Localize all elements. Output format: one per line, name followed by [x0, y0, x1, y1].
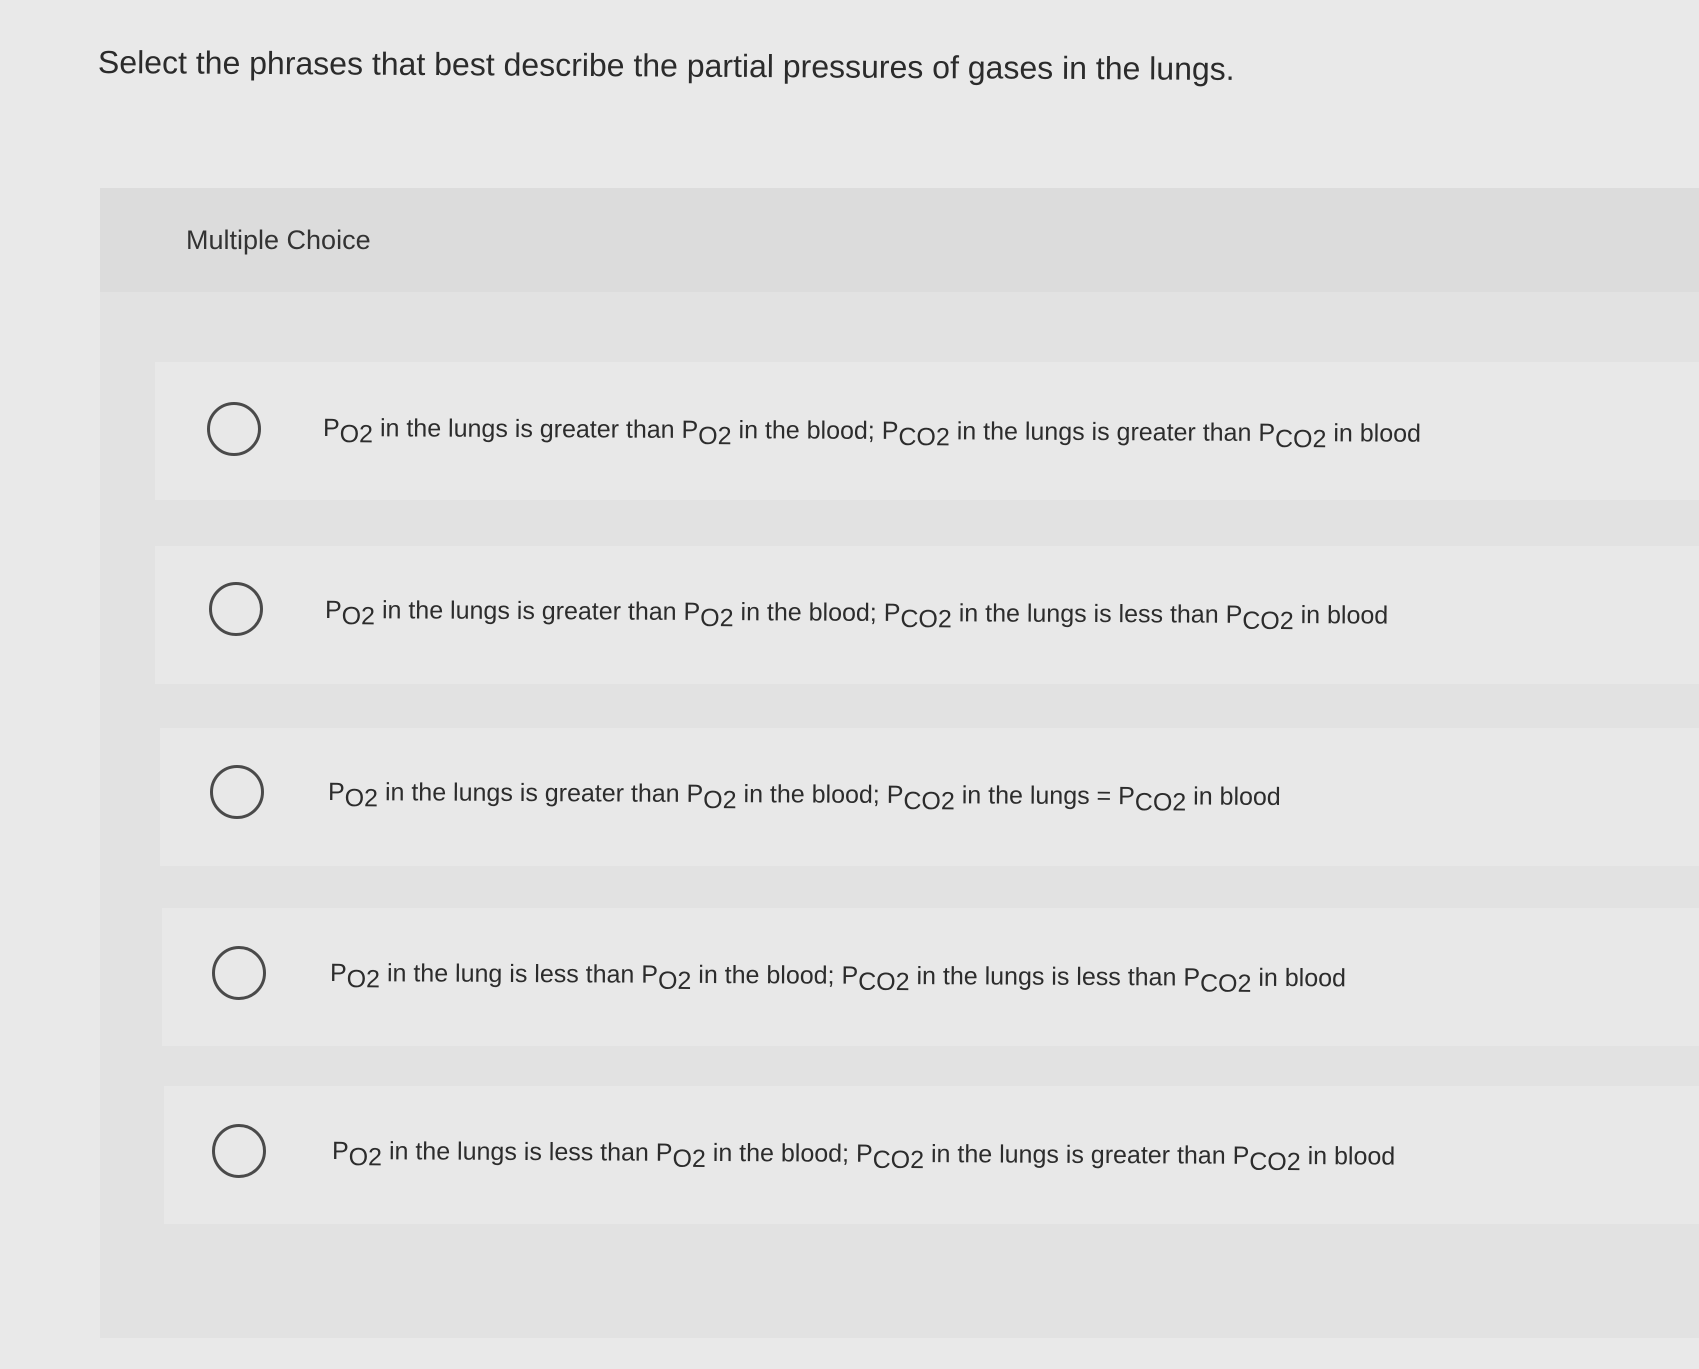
radio-button-icon[interactable]	[209, 582, 263, 636]
gas-subscript: CO2	[1134, 788, 1187, 817]
option-text-segment: in the blood;	[736, 780, 887, 809]
pressure-symbol: P	[1118, 782, 1135, 811]
pressure-symbol: P	[683, 597, 701, 626]
radio-button-icon[interactable]	[212, 1124, 266, 1178]
question-type-label: Multiple Choice	[186, 225, 371, 255]
gas-subscript: CO2	[858, 967, 910, 997]
pressure-symbol: P	[886, 780, 904, 810]
gas-subscript: CO2	[898, 423, 950, 452]
pressure-symbol: P	[1225, 600, 1243, 629]
pressure-symbol: P	[881, 416, 899, 446]
option-text-segment: in the blood;	[731, 416, 882, 445]
answer-option-2[interactable]: PO2 in the lungs is greater than PO2 in …	[155, 546, 1699, 684]
option-text-segment: in blood	[1326, 419, 1422, 448]
pressure-symbol: P	[329, 959, 347, 988]
option-text-segment: in the blood;	[691, 960, 842, 990]
option-text-segment: in the lungs is less than	[951, 599, 1226, 629]
gas-subscript: CO2	[903, 787, 955, 816]
option-text-segment: in blood	[1300, 1142, 1396, 1171]
option-text-segment: in the lungs is greater than	[949, 417, 1259, 447]
gas-subscript: O2	[672, 1144, 706, 1173]
gas-subscript: O2	[703, 785, 737, 815]
pressure-symbol: P	[322, 414, 340, 443]
gas-subscript: O2	[700, 603, 734, 633]
option-text-segment: in blood	[1293, 601, 1389, 630]
option-text-segment: in the blood;	[733, 598, 884, 627]
pressure-symbol: P	[1183, 963, 1201, 992]
gas-subscript: CO2	[1249, 1147, 1301, 1177]
option-label: PO2 in the lungs is less than PO2 in the…	[331, 1134, 1396, 1177]
option-text-segment: in the lungs is greater than	[372, 414, 682, 444]
gas-subscript: O2	[698, 421, 732, 451]
gas-subscript: CO2	[1242, 606, 1294, 636]
gas-subscript: CO2	[1274, 424, 1327, 454]
pressure-symbol: P	[327, 778, 345, 807]
option-text-segment: in the blood;	[705, 1138, 857, 1168]
radio-button-icon[interactable]	[210, 765, 264, 819]
pressure-symbol: P	[855, 1139, 873, 1168]
gas-subscript: O2	[339, 420, 374, 449]
gas-subscript: O2	[657, 966, 692, 995]
pressure-symbol: P	[686, 779, 704, 808]
gas-subscript: CO2	[900, 605, 952, 634]
option-label: PO2 in the lungs is greater than PO2 in …	[324, 593, 1389, 636]
pressure-symbol: P	[655, 1138, 673, 1167]
radio-button-icon[interactable]	[212, 946, 266, 1000]
option-text-segment: in the lungs is greater than	[924, 1140, 1233, 1170]
pressure-symbol: P	[883, 598, 901, 628]
gas-subscript: O2	[344, 784, 379, 813]
radio-button-icon[interactable]	[207, 402, 261, 456]
option-label: PO2 in the lung is less than PO2 in the …	[329, 956, 1347, 998]
answer-option-5[interactable]: PO2 in the lungs is less than PO2 in the…	[164, 1086, 1699, 1224]
question-prompt: Select the phrases that best describe th…	[97, 44, 1235, 87]
option-text-segment: in the lungs is greater than	[374, 596, 684, 626]
gas-subscript: CO2	[872, 1145, 925, 1175]
gas-subscript: O2	[348, 1143, 383, 1172]
gas-subscript: O2	[341, 602, 376, 631]
pressure-symbol: P	[1232, 1141, 1250, 1170]
option-text-segment: in blood	[1186, 782, 1281, 811]
option-text-segment: in the lung is less than	[379, 959, 642, 989]
option-label: PO2 in the lungs is greater than PO2 in …	[322, 411, 1422, 454]
option-text-segment: in the lungs is greater than	[377, 778, 687, 808]
option-text-segment: in the lungs is less than	[909, 962, 1184, 992]
gas-subscript: O2	[346, 965, 381, 994]
option-text-segment: in the lungs is less than	[381, 1137, 656, 1167]
answer-option-3[interactable]: PO2 in the lungs is greater than PO2 in …	[160, 728, 1699, 866]
gas-subscript: CO2	[1199, 969, 1252, 998]
pressure-symbol: P	[324, 596, 342, 625]
panel-header: Multiple Choice	[100, 188, 1699, 292]
pressure-symbol: P	[1258, 418, 1276, 447]
pressure-symbol: P	[841, 961, 859, 990]
answer-option-4[interactable]: PO2 in the lung is less than PO2 in the …	[162, 908, 1699, 1046]
pressure-symbol: P	[681, 415, 699, 444]
pressure-symbol: P	[331, 1137, 349, 1166]
option-label: PO2 in the lungs is greater than PO2 in …	[327, 775, 1281, 817]
option-text-segment: in the lungs =	[954, 781, 1119, 811]
answer-option-1[interactable]: PO2 in the lungs is greater than PO2 in …	[155, 362, 1699, 500]
pressure-symbol: P	[641, 960, 659, 989]
option-text-segment: in blood	[1251, 963, 1347, 993]
